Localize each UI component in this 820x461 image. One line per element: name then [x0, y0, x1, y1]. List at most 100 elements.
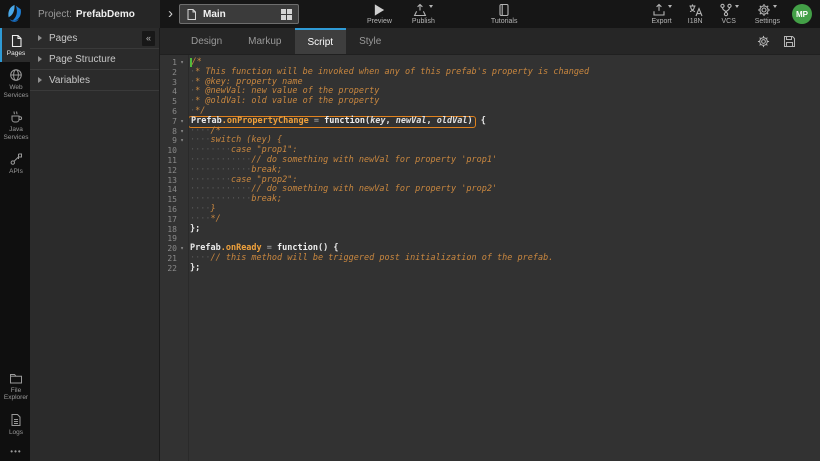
- fold-toggle-icon[interactable]: ▾: [177, 127, 187, 137]
- collapse-panel-button[interactable]: «: [142, 31, 155, 46]
- project-label: Project:: [38, 9, 72, 20]
- line-number: 10: [160, 146, 177, 156]
- highlighted-statement: Prefab.onPropertyChange = function(key, …: [188, 116, 476, 128]
- line-number: 15: [160, 195, 177, 205]
- rail-top-items: PagesWeb ServicesJava Services APIs: [0, 28, 30, 181]
- code-token: {: [476, 116, 486, 126]
- user-avatar[interactable]: MP: [792, 4, 812, 24]
- wavemaker-logo[interactable]: [0, 0, 30, 28]
- script-settings-gear-icon[interactable]: [757, 35, 770, 48]
- code-token: // do something with newVal for property…: [251, 155, 497, 165]
- panel-section-pages[interactable]: Pages«: [30, 28, 159, 49]
- tab-script[interactable]: Script: [295, 28, 347, 54]
- chevron-down-icon: [735, 5, 739, 8]
- code-token: */: [210, 214, 220, 224]
- chevron-right-icon: [38, 77, 42, 83]
- sidebar-item-apis[interactable]: APIs: [0, 146, 30, 180]
- line-number: 2: [160, 68, 177, 78]
- sidebar-item-web-services[interactable]: Web Services: [0, 62, 30, 104]
- pages-panel: Pages«Page Structure Variables: [30, 28, 160, 461]
- chevron-right-icon: [38, 35, 42, 41]
- fold-toggle-icon[interactable]: ▾: [177, 136, 187, 146]
- i18n-translate-icon: [688, 3, 703, 17]
- web-services-icon: [9, 68, 23, 82]
- line-number: 11: [160, 156, 177, 166]
- fold-spacer: [177, 264, 187, 274]
- apis-icon: [9, 152, 23, 166]
- fold-toggle-icon[interactable]: ▾: [177, 58, 187, 68]
- publish-button[interactable]: Publish: [406, 0, 441, 28]
- code-token: ): [467, 116, 472, 126]
- line-number: 16: [160, 205, 177, 215]
- java-services-icon: [9, 110, 23, 124]
- toolbar-label: I18N: [688, 18, 703, 25]
- code-token: break;: [251, 194, 282, 204]
- fold-spacer: [177, 225, 187, 235]
- code-token: Prefab: [191, 116, 222, 126]
- code-token: ············: [190, 184, 251, 194]
- line-number: 6: [160, 107, 177, 117]
- topbar-actions-left: Preview Publish Tutorials: [361, 0, 523, 28]
- line-number: 20: [160, 244, 177, 254]
- fold-spacer: [177, 87, 187, 97]
- i18n-button[interactable]: I18N: [682, 0, 709, 28]
- page-selector-value: Main: [203, 9, 226, 20]
- editor-tabbar: DesignMarkupScriptStyle: [160, 28, 820, 55]
- code-text-line[interactable]: ·* @oldVal: old value of the property: [187, 97, 379, 107]
- export-button[interactable]: Export: [645, 0, 677, 28]
- settings-button[interactable]: Settings: [749, 0, 786, 28]
- grid-icon[interactable]: [281, 9, 292, 20]
- code-token: ····: [190, 214, 210, 224]
- preview-button[interactable]: Preview: [361, 0, 398, 28]
- wavemaker-logo-icon: [4, 3, 26, 25]
- fold-spacer: [177, 78, 187, 88]
- sidebar-item-label: APIs: [9, 168, 23, 175]
- chevron-down-icon: [773, 5, 777, 8]
- fold-spacer: [177, 195, 187, 205]
- project-name: PrefabDemo: [76, 9, 135, 20]
- code-token: =: [262, 243, 277, 253]
- code-token: case "prop1":: [231, 145, 298, 155]
- toolbar-label: Tutorials: [491, 18, 518, 25]
- vcs-button[interactable]: VCS: [713, 0, 745, 28]
- tab-style[interactable]: Style: [346, 28, 394, 54]
- tutorials-button[interactable]: Tutorials: [485, 0, 524, 28]
- code-token: ····: [190, 135, 210, 145]
- save-icon[interactable]: [783, 35, 796, 48]
- sidebar-item-more[interactable]: •••: [0, 441, 30, 461]
- code-token: ,: [426, 116, 436, 126]
- editor-tabs: DesignMarkupScriptStyle: [178, 28, 394, 54]
- sidebar-item-logs[interactable]: Logs: [0, 407, 30, 441]
- fold-toggle-icon[interactable]: ▾: [177, 117, 187, 127]
- code-text-line[interactable]: ····// this method will be triggered pos…: [187, 254, 553, 264]
- sidebar-item-file-explorer[interactable]: File Explorer: [0, 366, 30, 407]
- code-token: break;: [251, 165, 282, 175]
- code-line: 7▾Prefab.onPropertyChange = function(key…: [160, 117, 820, 127]
- code-token: ········: [190, 175, 231, 185]
- panel-section-page-structure[interactable]: Page Structure: [30, 49, 159, 70]
- script-editor[interactable]: 1▾/*2·* This function will be invoked wh…: [160, 55, 820, 461]
- tab-markup[interactable]: Markup: [235, 28, 294, 54]
- tabbar-icons: [757, 28, 820, 54]
- code-text-line[interactable]: Prefab.onPropertyChange = function(key, …: [187, 117, 486, 127]
- fold-spacer: [177, 234, 187, 244]
- code-token: };: [190, 224, 200, 234]
- code-token: ············: [190, 165, 251, 175]
- line-number: 7: [160, 117, 177, 127]
- code-token: /*: [192, 57, 202, 67]
- code-token: () {: [318, 243, 338, 253]
- breadcrumb-chevron-icon: ›: [168, 5, 173, 22]
- topbar-actions-right: Export I18N VCSSettings: [645, 0, 786, 28]
- panel-section-variables[interactable]: Variables: [30, 70, 159, 91]
- page-selector[interactable]: Main: [179, 4, 299, 24]
- more-ellipsis-icon: •••: [10, 447, 21, 456]
- fold-toggle-icon[interactable]: ▾: [177, 244, 187, 254]
- sidebar-item-java-services[interactable]: Java Services: [0, 104, 30, 146]
- fold-spacer: [177, 185, 187, 195]
- toolbar-label: Export: [651, 18, 671, 25]
- panel-section-label: Variables: [49, 75, 90, 86]
- publish-icon: [413, 3, 427, 17]
- code-token: switch (key) {: [210, 135, 282, 145]
- sidebar-item-pages[interactable]: Pages: [0, 28, 30, 62]
- tab-design[interactable]: Design: [178, 28, 235, 54]
